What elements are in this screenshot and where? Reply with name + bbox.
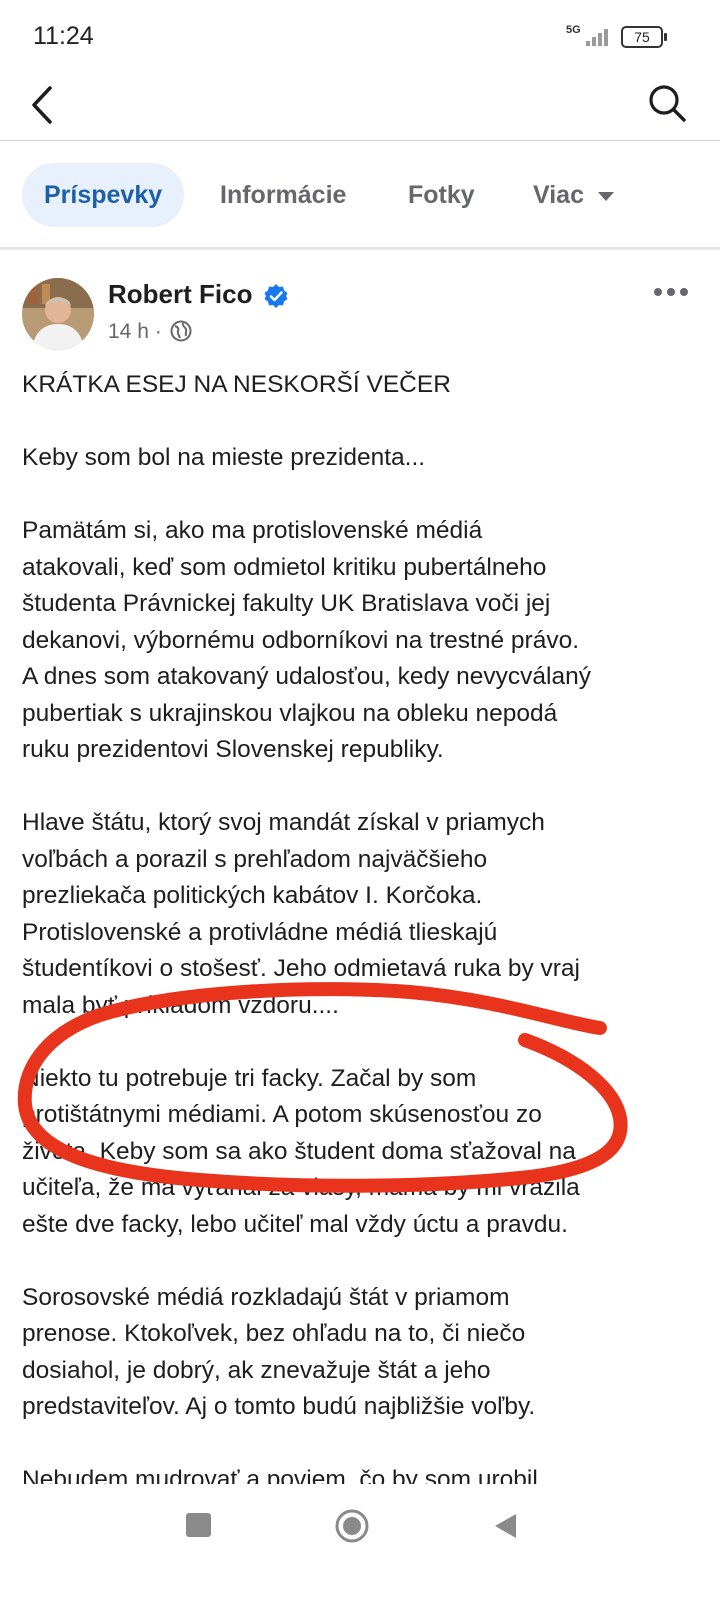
nav-back-icon[interactable] <box>492 1512 520 1540</box>
tab-about[interactable]: Informácie <box>220 163 346 227</box>
meta-separator: · <box>154 320 162 343</box>
post-paragraph: Nebudem mudrovať a poviem, čo by som uro… <box>22 1466 538 1484</box>
search-icon[interactable] <box>646 82 690 126</box>
tab-more-label: Viac <box>533 181 584 209</box>
more-options-icon[interactable] <box>654 288 688 300</box>
status-bar: 11:24 5G 75 <box>0 0 720 70</box>
post-paragraph: Hlave štátu, ktorý svoj mandát získal v … <box>22 809 580 1019</box>
tab-photos[interactable]: Fotky <box>408 163 475 227</box>
profile-tabs: Príspevky Informácie Fotky Viac <box>0 141 720 250</box>
post-paragraph: Niekto tu potrebuje tri facky. Začal by … <box>22 1064 580 1238</box>
network-type: 5G <box>566 24 581 36</box>
tab-more[interactable]: Viac <box>533 163 614 227</box>
post-author-name[interactable]: Robert Fico <box>108 279 252 310</box>
avatar[interactable] <box>22 278 94 350</box>
post-timestamp[interactable]: 14 h <box>108 320 149 343</box>
status-time: 11:24 <box>33 22 94 50</box>
post-paragraph: Keby som bol na mieste prezidenta... <box>22 444 426 471</box>
signal-icon <box>586 26 614 46</box>
top-app-bar <box>0 70 720 141</box>
globe-icon <box>170 320 192 342</box>
tab-posts[interactable]: Príspevky <box>22 163 185 227</box>
post-paragraph: KRÁTKA ESEJ NA NESKORŠÍ VEČER <box>22 371 451 398</box>
post-meta: 14 h · <box>108 320 162 344</box>
back-arrow-icon[interactable] <box>28 80 68 130</box>
recents-button[interactable] <box>186 1513 211 1537</box>
battery-level: 75 <box>634 29 650 45</box>
verified-badge-icon <box>263 283 289 309</box>
caret-down-icon <box>597 191 614 201</box>
post-text: KRÁTKA ESEJ NA NESKORŠÍ VEČER Keby som b… <box>22 367 702 1484</box>
post-paragraph: Sorosovské médiá rozkladajú štát v priam… <box>22 1283 536 1421</box>
battery-icon: 75 <box>621 26 667 48</box>
post-paragraph: Pamätám si, ako ma protislovenské médiá … <box>22 517 591 763</box>
home-button[interactable] <box>334 1508 370 1544</box>
